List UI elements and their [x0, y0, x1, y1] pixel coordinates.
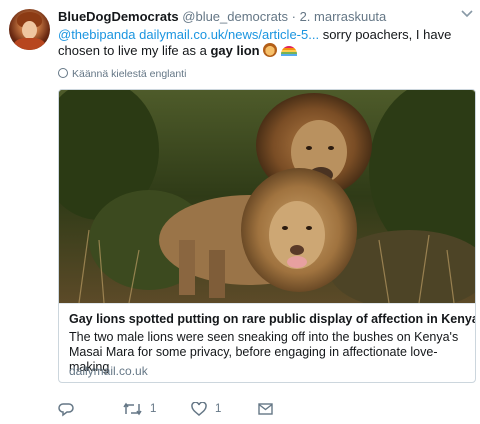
- lions-photo: [59, 90, 475, 303]
- mention-link[interactable]: @thebipanda: [58, 27, 136, 42]
- tweet-header: BlueDogDemocrats @blue_democrats · 2. ma…: [58, 9, 386, 24]
- like-button[interactable]: 1: [191, 400, 221, 418]
- direct-message-button[interactable]: [258, 400, 281, 418]
- avatar-body: [14, 38, 45, 50]
- separator-dot: ·: [291, 9, 296, 24]
- globe-icon: [58, 68, 68, 78]
- card-domain: dailymail.co.uk: [69, 364, 148, 378]
- card-title[interactable]: Gay lions spotted putting on rare public…: [69, 312, 475, 326]
- reply-button[interactable]: [58, 400, 82, 418]
- avatar[interactable]: [9, 9, 50, 50]
- display-name[interactable]: BlueDogDemocrats: [58, 9, 179, 24]
- tweet-text-bold: gay lion: [210, 43, 260, 58]
- tweet-date[interactable]: 2. marraskuuta: [300, 9, 387, 24]
- rainbow-emoji-icon: [280, 46, 297, 56]
- translate-label: Käännä kielestä englanti: [72, 68, 187, 80]
- retweet-count: 1: [150, 403, 157, 415]
- card-image[interactable]: [59, 90, 475, 303]
- retweet-button[interactable]: 1: [123, 400, 156, 418]
- lion-face-emoji-icon: [263, 43, 278, 57]
- card-body[interactable]: Gay lions spotted putting on rare public…: [59, 303, 475, 382]
- reply-icon: [58, 402, 74, 417]
- avatar-face: [22, 21, 37, 39]
- link-card[interactable]: Gay lions spotted putting on rare public…: [58, 89, 476, 383]
- user-handle[interactable]: @blue_democrats: [182, 9, 288, 24]
- tweet-text: @thebipanda dailymail.co.uk/news/article…: [58, 27, 472, 59]
- article-link[interactable]: dailymail.co.uk/news/article-5...: [139, 27, 319, 42]
- tweet-actions: 1 1: [58, 400, 458, 418]
- retweet-icon: [123, 402, 142, 416]
- heart-icon: [191, 402, 207, 416]
- chevron-down-icon[interactable]: [461, 7, 473, 21]
- translate-tweet-link[interactable]: Käännä kielestä englanti: [58, 68, 186, 80]
- like-count: 1: [215, 403, 222, 415]
- envelope-icon: [258, 403, 273, 415]
- tweet[interactable]: BlueDogDemocrats @blue_democrats · 2. ma…: [0, 0, 480, 424]
